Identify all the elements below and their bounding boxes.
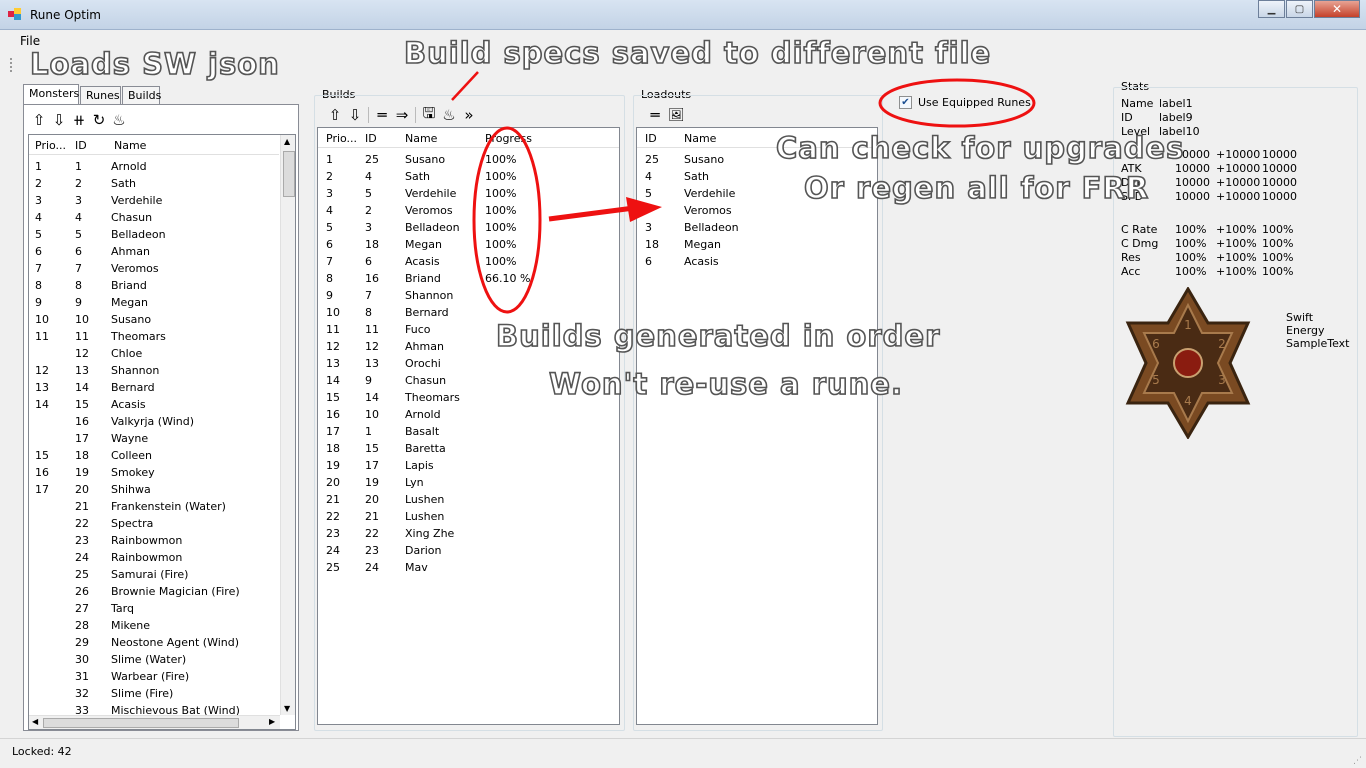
annotation-check-upgrades: Can check for upgrades xyxy=(775,130,1185,166)
annotation-pointer-line xyxy=(451,71,479,101)
annotation-build-specs: Build specs saved to different file xyxy=(403,35,992,71)
annotation-builds-order: Builds generated in order xyxy=(495,318,941,354)
annotation-loads: Loads SW json xyxy=(29,46,280,82)
annotation-checkbox-ellipse xyxy=(878,78,1036,128)
annotation-regen: Or regen all for FRR xyxy=(803,170,1150,206)
annotation-progress-ellipse xyxy=(472,126,542,314)
annotation-arrow-head xyxy=(626,197,662,222)
annotation-no-reuse: Won't re-use a rune. xyxy=(548,366,903,402)
annotation-arrow-line xyxy=(548,205,635,222)
